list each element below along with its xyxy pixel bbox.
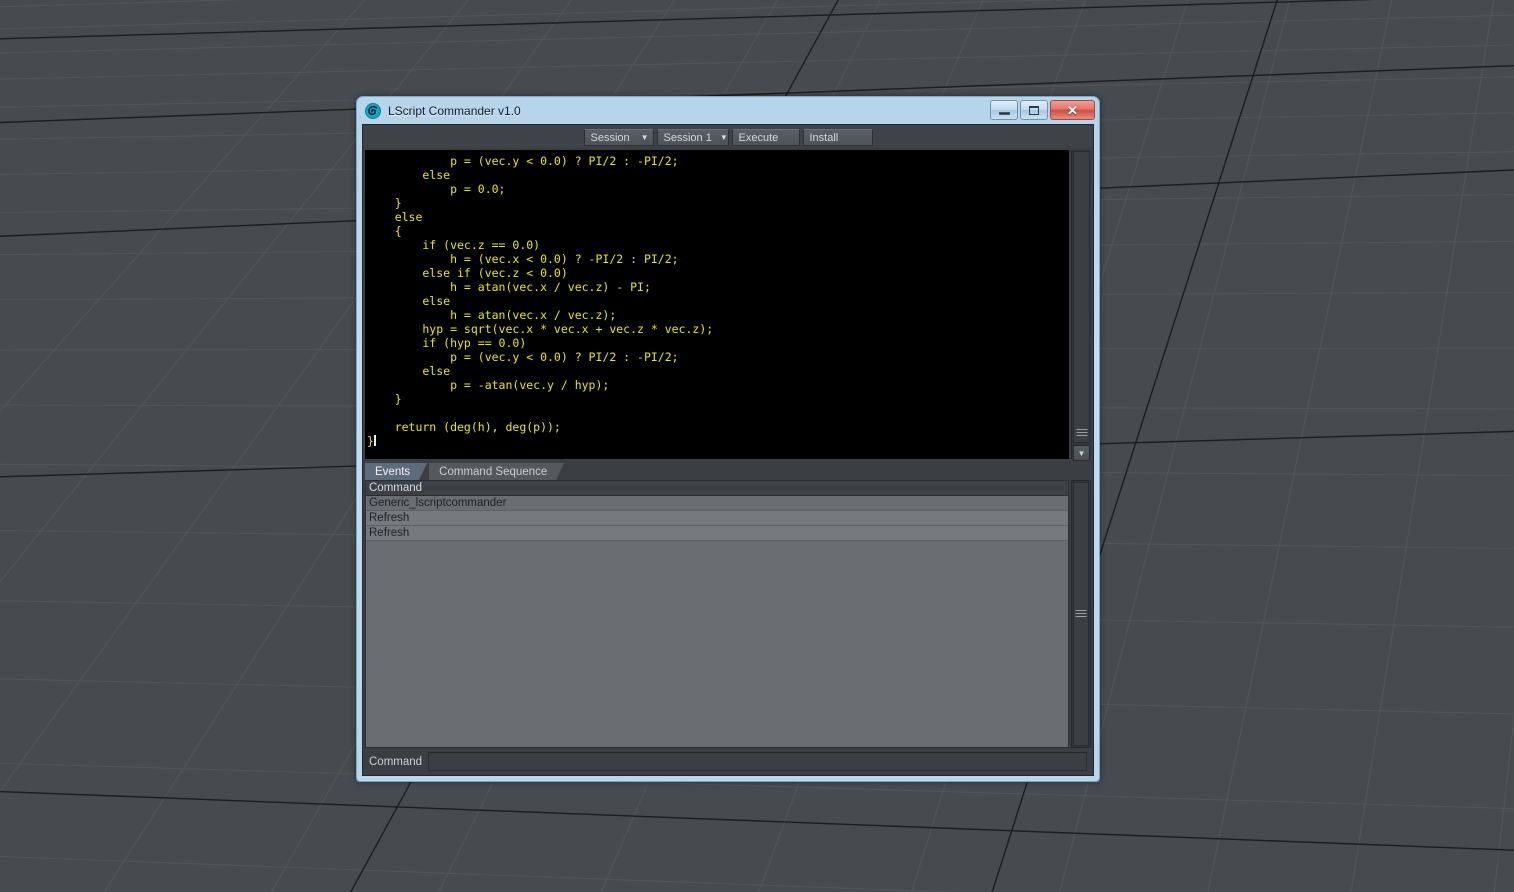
chevron-down-icon: ▼ (1077, 448, 1086, 458)
events-list[interactable]: Command Generic_lscriptcommander Refresh… (365, 480, 1069, 748)
list-column-header-label: Command (369, 482, 423, 494)
table-row[interactable]: Generic_lscriptcommander (366, 496, 1068, 511)
text-cursor (373, 435, 376, 446)
execute-button[interactable]: Execute (731, 129, 800, 146)
maximize-button[interactable] (1020, 100, 1048, 120)
list-item-label: Refresh (369, 527, 410, 539)
close-button[interactable]: ✕ (1050, 100, 1095, 120)
code-last-line: } (367, 434, 374, 448)
list-item-label: Refresh (369, 512, 410, 524)
command-input-label: Command (369, 755, 423, 768)
code-text: p = (vec.y < 0.0) ? PI/2 : -PI/2; else p… (394, 154, 714, 434)
lightwave-logo-icon (365, 102, 381, 119)
minimize-button[interactable] (990, 100, 1018, 120)
session-instance-dropdown[interactable]: Session 1 ▼ (656, 129, 729, 146)
session-instance-value: Session 1 (663, 131, 712, 144)
events-list-panel: Command Generic_lscriptcommander Refresh… (365, 480, 1091, 748)
table-row[interactable]: Refresh (366, 526, 1068, 541)
command-input[interactable] (428, 752, 1087, 771)
chevron-down-icon: ▼ (719, 132, 728, 142)
code-editor[interactable]: p = (vec.y < 0.0) ? PI/2 : -PI/2; else p… (365, 150, 1069, 459)
command-bar: Command (363, 748, 1093, 775)
tab-events[interactable]: Events (365, 463, 428, 480)
window-client-area: Session ▼ Session 1 ▼ Execute Install p … (362, 124, 1094, 776)
tab-command-sequence[interactable]: Command Sequence (429, 463, 565, 480)
tab-command-sequence-label: Command Sequence (439, 465, 548, 478)
scrollbar-grip-icon (1075, 610, 1087, 617)
install-button[interactable]: Install (802, 129, 873, 146)
lscript-commander-window[interactable]: LScript Commander v1.0 ✕ Session ▼ Sessi… (356, 96, 1100, 782)
scrollbar-grip-icon (1076, 429, 1087, 436)
code-editor-region: p = (vec.y < 0.0) ? PI/2 : -PI/2; else p… (365, 150, 1091, 461)
window-title: LScript Commander v1.0 (388, 103, 521, 118)
session-type-dropdown[interactable]: Session ▼ (583, 129, 654, 146)
list-scrollbar-thumb[interactable] (1073, 482, 1089, 746)
window-controls[interactable]: ✕ (990, 100, 1095, 120)
editor-vertical-scrollbar[interactable]: ▼ (1071, 150, 1091, 461)
editor-scroll-down-button[interactable]: ▼ (1073, 445, 1090, 461)
session-type-value: Session (590, 131, 630, 144)
close-icon: ✕ (1067, 102, 1078, 118)
tab-strip: Events Command Sequence (365, 461, 1067, 480)
list-vertical-scrollbar[interactable] (1071, 480, 1091, 748)
list-column-header-command[interactable]: Command (366, 481, 1068, 496)
table-row[interactable]: Refresh (366, 511, 1068, 526)
window-titlebar[interactable]: LScript Commander v1.0 ✕ (357, 97, 1099, 124)
maximize-icon (1029, 105, 1039, 115)
editor-scrollbar-thumb[interactable] (1073, 151, 1090, 443)
list-item-label: Generic_lscriptcommander (369, 497, 507, 509)
minimize-icon (998, 111, 1010, 115)
chevron-down-icon: ▼ (640, 132, 649, 142)
tab-events-label: Events (375, 465, 411, 478)
toolbar: Session ▼ Session 1 ▼ Execute Install (363, 125, 1093, 147)
